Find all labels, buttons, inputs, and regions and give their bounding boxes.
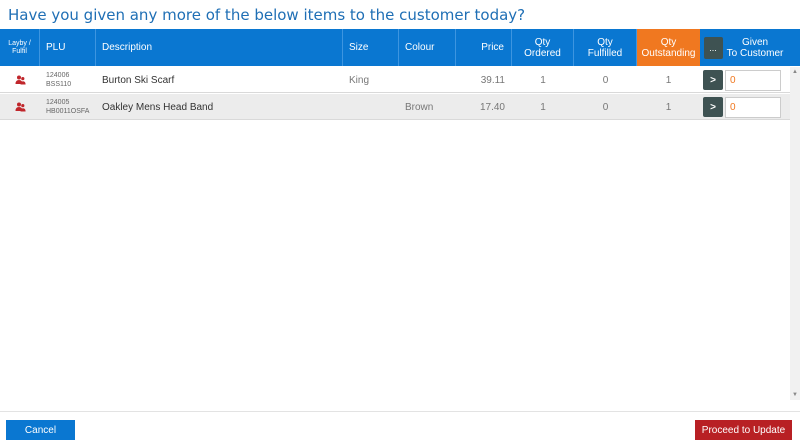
- layby-fulfil-cell[interactable]: [0, 94, 40, 120]
- give-all-button[interactable]: >: [703, 70, 723, 90]
- qty-outstanding-cell: 1: [665, 74, 672, 86]
- size-cell: [343, 94, 399, 120]
- footer-divider: [0, 411, 800, 412]
- table-row: 124006 BSS110 Burton Ski Scarf King 39.1…: [0, 67, 790, 93]
- go-cell: >: [702, 67, 724, 93]
- given-to-customer-input[interactable]: [725, 96, 781, 118]
- qty-fulfilled-cell: 0: [602, 74, 609, 86]
- description-cell: Burton Ski Scarf: [102, 74, 175, 86]
- qty-outstanding-cell: 1: [665, 101, 672, 113]
- given-cell: [725, 67, 781, 93]
- qty-ordered-cell: 1: [540, 74, 546, 86]
- more-options-cell: ...: [700, 29, 724, 66]
- more-options-button[interactable]: ...: [703, 36, 723, 59]
- give-all-button[interactable]: >: [703, 97, 723, 117]
- column-header-qty-ordered: Qty Ordered: [512, 29, 574, 66]
- price-cell: 17.40: [479, 101, 505, 113]
- column-header-qty-outstanding: Qty Outstanding: [637, 29, 700, 66]
- description-cell: Oakley Mens Head Band: [102, 101, 214, 113]
- plu-cell: 124006 BSS110: [46, 72, 72, 88]
- people-icon: [15, 75, 26, 85]
- column-header-price: Price: [456, 29, 512, 66]
- vertical-scrollbar[interactable]: ▲ ▼: [790, 67, 800, 400]
- table-header: Layby / Fulfil PLU Description Size Colo…: [0, 29, 800, 66]
- table-row: 124005 HB0011OSFA Oakley Mens Head Band …: [0, 94, 790, 120]
- column-header-qty-fulfilled: Qty Fulfilled: [574, 29, 637, 66]
- size-cell: King: [349, 74, 370, 86]
- proceed-to-update-button[interactable]: Proceed to Update: [695, 420, 792, 440]
- column-header-plu: PLU: [40, 29, 96, 66]
- page-title: Have you given any more of the below ite…: [8, 6, 526, 24]
- colour-cell: Brown: [405, 101, 434, 113]
- given-cell: [725, 94, 781, 120]
- layby-fulfil-cell[interactable]: [0, 67, 40, 93]
- plu-cell: 124005 HB0011OSFA: [46, 99, 90, 115]
- column-header-description: Description: [96, 29, 343, 66]
- column-header-size: Size: [343, 29, 399, 66]
- qty-fulfilled-cell: 0: [602, 101, 609, 113]
- cancel-button[interactable]: Cancel: [6, 420, 75, 440]
- go-cell: >: [702, 94, 724, 120]
- column-header-given: Given To Customer: [726, 36, 784, 59]
- qty-ordered-cell: 1: [540, 101, 546, 113]
- column-header-layby: Layby / Fulfil: [0, 29, 40, 66]
- colour-cell: [399, 67, 456, 93]
- scroll-up-arrow-icon[interactable]: ▲: [790, 67, 800, 77]
- price-cell: 39.11: [480, 74, 505, 86]
- column-header-colour: Colour: [399, 29, 456, 66]
- people-icon: [15, 102, 26, 112]
- given-to-customer-input[interactable]: [725, 69, 781, 91]
- scroll-down-arrow-icon[interactable]: ▼: [790, 390, 800, 400]
